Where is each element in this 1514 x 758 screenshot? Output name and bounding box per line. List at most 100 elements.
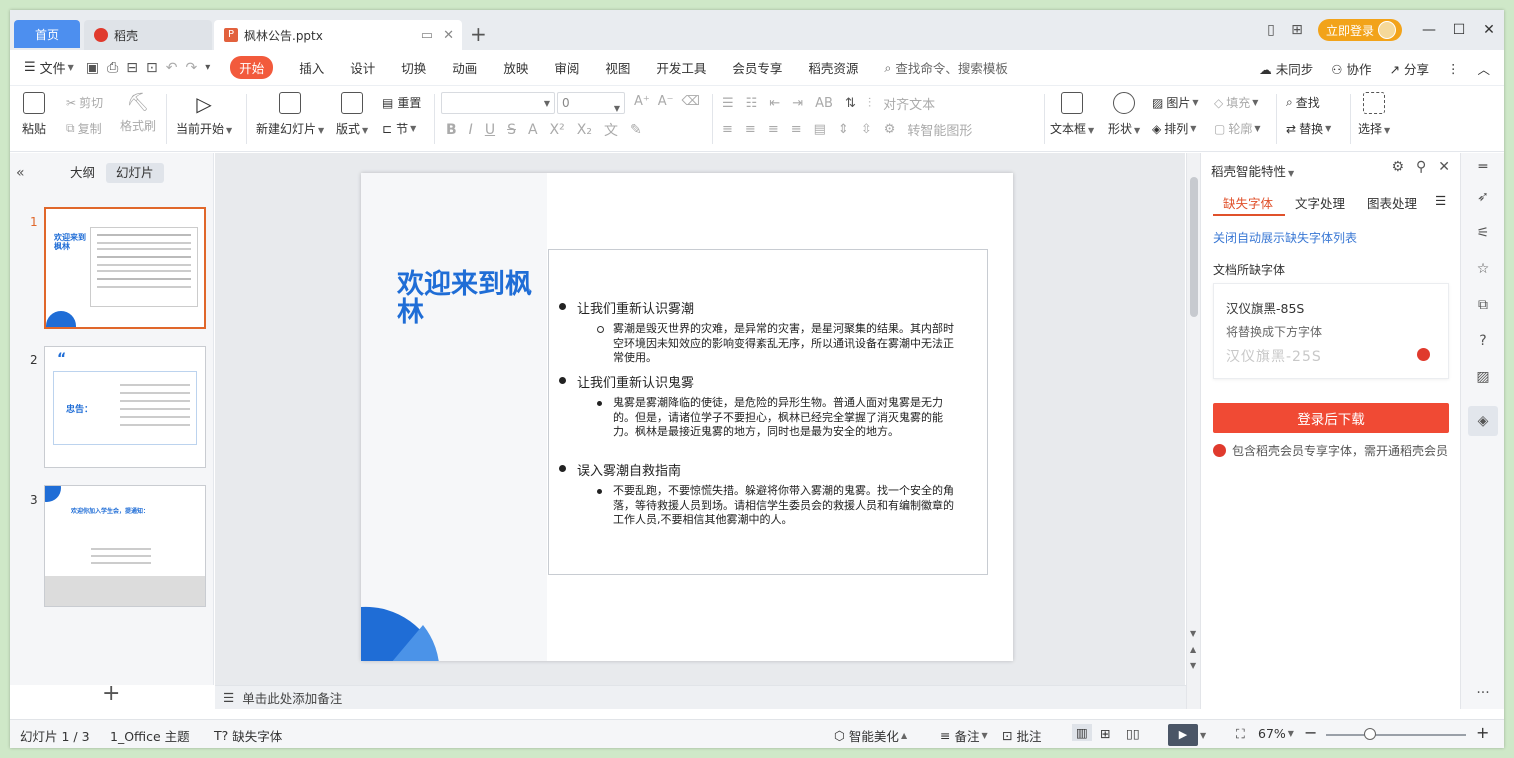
- drag-handle-icon[interactable]: ═: [1473, 157, 1493, 177]
- select-button[interactable]: 选择 ▼: [1358, 92, 1390, 137]
- apps-grid-icon[interactable]: ⊞: [1284, 22, 1310, 38]
- play-button[interactable]: ▶ ▼: [1168, 724, 1206, 746]
- menu-review[interactable]: 审阅: [554, 58, 579, 77]
- notes-toggle[interactable]: ≡ 备注 ▼: [940, 726, 988, 745]
- print-preview-icon[interactable]: ⊡: [146, 60, 158, 76]
- transition-icon[interactable]: ⧉: [1473, 295, 1493, 315]
- float-window-icon[interactable]: ▭: [421, 28, 433, 43]
- tab-missing-fonts[interactable]: 缺失字体: [1223, 193, 1273, 212]
- close-icon[interactable]: ✕: [1438, 159, 1450, 175]
- share-button[interactable]: ↗ 分享: [1390, 59, 1429, 78]
- save-icon[interactable]: ▣: [86, 60, 99, 76]
- settings-icon[interactable]: ⚙: [1391, 159, 1404, 175]
- close-auto-show-link[interactable]: 关闭自动展示缺失字体列表: [1213, 229, 1357, 246]
- from-current-button[interactable]: ▷ 当前开始 ▼: [176, 92, 232, 137]
- align-buttons[interactable]: ≡ ≡ ≡ ≡ ▤ ⇕ ⇳ ⚙ 转智能图形: [722, 120, 972, 139]
- tab-chart-processing[interactable]: 图表处理: [1367, 193, 1417, 212]
- normal-view-icon[interactable]: ▥: [1072, 724, 1092, 741]
- section-button[interactable]: ⊏ 节 ▼: [382, 120, 416, 137]
- reading-view-icon[interactable]: ▯▯: [1126, 726, 1140, 741]
- zoom-slider[interactable]: [1326, 734, 1466, 736]
- more-options-icon[interactable]: ···: [1473, 683, 1493, 703]
- slide-1[interactable]: 欢迎来到枫林 让我们重新认识雾潮 雾潮是毁灭世界的灾难，是异常的灾害，是星河聚集…: [361, 173, 1013, 661]
- more-icon[interactable]: ⋮: [1447, 61, 1460, 76]
- arrange-button[interactable]: ◈ 排列 ▼: [1152, 120, 1196, 137]
- slide-thumbnail-1[interactable]: 欢迎来到枫林: [44, 207, 206, 329]
- theme-name[interactable]: 1_Office 主题: [110, 726, 190, 745]
- rocket-icon[interactable]: ➶: [1473, 187, 1493, 207]
- font-family-select[interactable]: ▼: [441, 92, 555, 114]
- fill-button[interactable]: ◇ 填充 ▼: [1214, 94, 1258, 111]
- adjust-icon[interactable]: ⚟: [1473, 223, 1493, 243]
- list-buttons[interactable]: ☰ ☷ ⇤ ⇥ AB ⇅ ⫶ 对齐文本: [722, 94, 935, 113]
- tab-daoke[interactable]: 稻壳: [84, 20, 212, 50]
- print-icon[interactable]: ⊟: [126, 60, 138, 76]
- file-menu[interactable]: ☰ 文件 ▼: [24, 58, 74, 77]
- tab-document[interactable]: P 枫林公告.pptx ▭ ✕: [214, 20, 462, 50]
- menu-design[interactable]: 设计: [350, 58, 375, 77]
- layout-button[interactable]: 版式 ▼: [336, 92, 368, 137]
- comments-toggle[interactable]: ⊡ 批注: [1002, 726, 1042, 745]
- command-search[interactable]: ⌕ 查找命令、搜索模板: [884, 58, 1008, 77]
- menu-icon[interactable]: ☰: [1435, 193, 1446, 208]
- menu-view[interactable]: 视图: [605, 58, 630, 77]
- reset-button[interactable]: ▤ 重置: [382, 94, 421, 111]
- login-download-button[interactable]: 登录后下载: [1213, 403, 1449, 433]
- slide-title[interactable]: 欢迎来到枫林: [397, 271, 547, 327]
- customize-icon[interactable]: ▾: [205, 62, 210, 73]
- menu-daoke-resources[interactable]: 稻壳资源: [808, 58, 858, 77]
- slide-thumbnail-2[interactable]: “ 忠告：: [44, 346, 206, 468]
- pane-title[interactable]: 稻壳智能特性 ▼: [1211, 161, 1294, 180]
- export-pdf-icon[interactable]: ⎙: [107, 60, 118, 76]
- missing-font-card[interactable]: 汉仪旗黑-85S 将替换成下方字体 汉仪旗黑-25S: [1213, 283, 1449, 379]
- find-button[interactable]: ⌕ 查找: [1286, 94, 1320, 111]
- font-style-buttons[interactable]: B I U S A X² X₂ 文 ✎: [446, 120, 642, 140]
- menu-insert[interactable]: 插入: [299, 58, 324, 77]
- replace-button[interactable]: ⇄ 替换 ▼: [1286, 120, 1331, 137]
- menu-home[interactable]: 开始: [230, 56, 274, 79]
- menu-transition[interactable]: 切换: [401, 58, 426, 77]
- close-window-icon[interactable]: ✕: [1474, 22, 1504, 38]
- slide-thumbnail-3[interactable]: 欢迎你加入学生会，提通知：: [44, 485, 206, 607]
- zoom-select[interactable]: 67% ▼: [1258, 726, 1294, 741]
- redo-icon[interactable]: ↷: [185, 60, 197, 76]
- tab-home[interactable]: 首页: [14, 20, 80, 48]
- new-tab-button[interactable]: +: [470, 22, 487, 46]
- scroll-down-icon[interactable]: ▼: [1190, 629, 1196, 638]
- menu-member[interactable]: 会员专享: [732, 58, 782, 77]
- reading-mode-icon[interactable]: ▯: [1258, 22, 1284, 38]
- close-tab-icon[interactable]: ✕: [443, 28, 454, 43]
- tab-text-processing[interactable]: 文字处理: [1295, 193, 1345, 212]
- login-button[interactable]: 立即登录: [1317, 19, 1402, 41]
- canvas-scrollbar[interactable]: ▼ ▲ ▼: [1186, 153, 1200, 709]
- fit-window-icon[interactable]: ⛶: [1236, 726, 1245, 742]
- shape-button[interactable]: 形状 ▼: [1108, 92, 1140, 137]
- prev-slide-icon[interactable]: ▲: [1190, 645, 1196, 654]
- pin-icon[interactable]: ⚲: [1416, 159, 1426, 175]
- tab-outline[interactable]: 大纲: [60, 163, 105, 183]
- format-painter-button[interactable]: ⛏ 格式刷: [120, 92, 156, 134]
- smart-feature-icon[interactable]: ◈: [1468, 406, 1498, 436]
- help-icon[interactable]: ?: [1473, 331, 1493, 351]
- zoom-out-icon[interactable]: −: [1304, 723, 1317, 742]
- next-slide-icon[interactable]: ▼: [1190, 661, 1196, 670]
- picture-button[interactable]: ▨ 图片 ▼: [1152, 94, 1199, 111]
- undo-icon[interactable]: ↶: [166, 60, 178, 76]
- menu-developer[interactable]: 开发工具: [656, 58, 706, 77]
- zoom-in-icon[interactable]: +: [1476, 723, 1489, 742]
- smart-beautify-button[interactable]: ⬡ 智能美化 ▲: [834, 726, 907, 745]
- picture-tool-icon[interactable]: ▨: [1473, 367, 1493, 387]
- textbox-button[interactable]: 文本框 ▼: [1050, 92, 1094, 137]
- copy-button[interactable]: ⧉ 复制: [66, 120, 102, 137]
- tab-slides[interactable]: 幻灯片: [106, 163, 164, 183]
- new-slide-button[interactable]: 新建幻灯片 ▼: [256, 92, 324, 137]
- notes-area[interactable]: ☰ 单击此处添加备注: [215, 685, 1190, 709]
- grid-view-icon[interactable]: ⊞: [1100, 726, 1110, 741]
- outline-button[interactable]: ▢ 轮廓 ▼: [1214, 120, 1261, 137]
- scrollbar-thumb[interactable]: [1190, 177, 1198, 317]
- collapse-panel-icon[interactable]: «: [16, 165, 25, 181]
- maximize-icon[interactable]: ☐: [1444, 22, 1474, 38]
- missing-font-button[interactable]: T? 缺失字体: [214, 726, 282, 745]
- zoom-slider-knob[interactable]: [1364, 728, 1376, 740]
- menu-animation[interactable]: 动画: [452, 58, 477, 77]
